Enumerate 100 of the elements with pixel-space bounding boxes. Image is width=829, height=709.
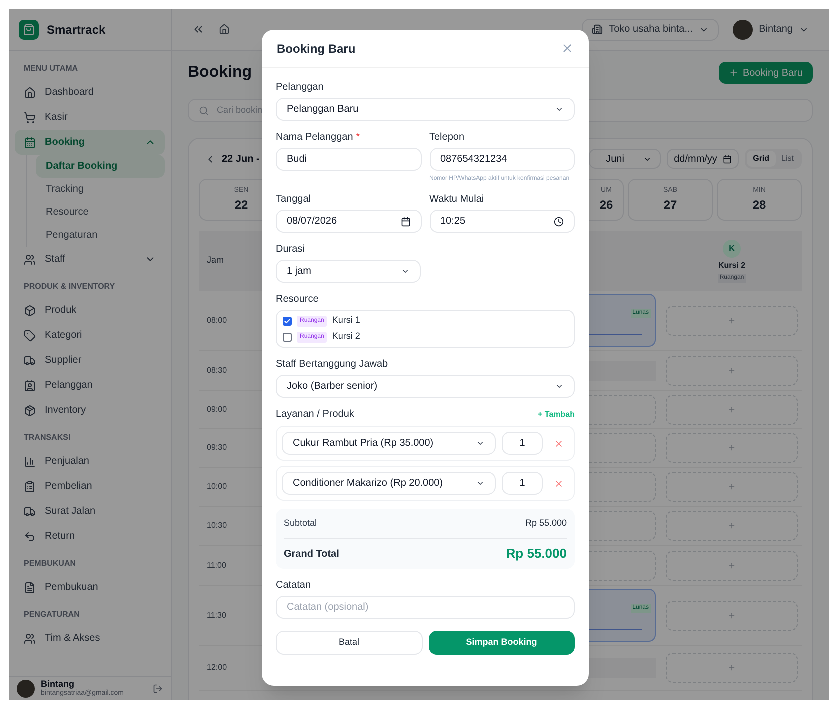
clock-icon	[554, 216, 564, 226]
section-title: MENU UTAMA	[23, 63, 80, 75]
home-icon[interactable]	[219, 24, 230, 35]
brand-name: Smartrack	[47, 22, 106, 38]
time-label: 11:30	[206, 610, 228, 622]
sidebar-item[interactable]: Kasir	[15, 105, 165, 130]
sidebar-item[interactable]: Pembukuan	[15, 575, 165, 600]
remove-icon[interactable]	[554, 438, 564, 448]
logout-icon[interactable]	[153, 684, 163, 694]
notes-field[interactable]: Catatan (opsional)	[276, 596, 575, 619]
user-menu[interactable]: Bintang	[733, 20, 809, 40]
duration-select[interactable]: 1 jam	[276, 260, 421, 283]
sidebar-item[interactable]: Inventory	[15, 398, 165, 423]
sidebar-item[interactable]: Supplier	[15, 348, 165, 373]
bar-chart-icon	[24, 456, 36, 468]
sidebar-subitem[interactable]: Tracking	[36, 178, 165, 201]
cancel-button[interactable]: Batal	[276, 631, 422, 655]
field-label: Pelanggan	[276, 81, 325, 95]
logo-icon	[19, 20, 39, 40]
time-label: 10:30	[206, 520, 228, 532]
truck-icon	[24, 506, 36, 518]
chevron-down-icon	[555, 105, 564, 114]
plus-icon	[728, 444, 736, 452]
save-button[interactable]: Simpan Booking	[428, 631, 575, 655]
sidebar-item[interactable]: Surat Jalan	[15, 499, 165, 524]
sidebar-item[interactable]: Kategori	[15, 323, 165, 348]
date-field[interactable]: dd/mm/yy	[667, 149, 740, 169]
empty-slot[interactable]	[666, 511, 798, 541]
check-icon	[284, 318, 291, 324]
customer-select[interactable]: Pelanggan Baru	[276, 98, 575, 121]
sidebar-subitem[interactable]: Resource	[36, 201, 165, 224]
sidebar-item[interactable]: Staff	[15, 247, 165, 272]
package-icon	[24, 404, 36, 416]
subtotal-value: Rp 55.000	[525, 516, 567, 530]
field-label: Waktu Mulai	[430, 193, 486, 207]
remove-icon[interactable]	[554, 478, 564, 488]
quantity-field[interactable]: 1	[502, 472, 543, 495]
sidebar-item[interactable]: Pembelian	[15, 474, 165, 499]
users-icon	[24, 254, 36, 266]
close-icon[interactable]	[561, 42, 574, 55]
empty-slot[interactable]	[666, 356, 798, 386]
subtotal-label: Subtotal	[284, 516, 318, 530]
empty-slot[interactable]	[666, 472, 798, 502]
section-title: PEMBUKUAN	[23, 558, 77, 570]
sidebar-item[interactable]: Return	[15, 524, 165, 549]
checkbox[interactable]	[283, 332, 292, 342]
product-select[interactable]: Conditioner Makarizo (Rp 20.000)	[282, 472, 496, 495]
empty-slot[interactable]	[666, 394, 798, 424]
calendar-icon	[400, 216, 410, 226]
time-label: 08:00	[206, 314, 228, 326]
grand-total-value: Rp 55.000	[506, 545, 567, 564]
undo-icon	[24, 530, 36, 542]
page-title: Booking	[188, 63, 252, 83]
time-field[interactable]: 10:25	[430, 210, 575, 233]
plus-icon	[728, 366, 736, 374]
plus-icon	[728, 562, 736, 570]
document-icon	[24, 582, 36, 594]
clipboard-icon	[24, 480, 36, 492]
time-label: 12:00	[206, 662, 228, 674]
sidebar-item[interactable]: Tim & Akses	[15, 626, 165, 651]
sidebar-item[interactable]: Booking	[15, 130, 165, 155]
empty-slot[interactable]	[666, 653, 798, 683]
view-tab[interactable]: List	[776, 151, 800, 167]
resource-avatar: K	[723, 240, 741, 258]
sidebar-item[interactable]: Produk	[15, 298, 165, 323]
plus-icon	[728, 483, 736, 491]
plus-icon	[728, 406, 736, 414]
collapse-icon[interactable]	[192, 23, 205, 36]
name-field[interactable]: Budi	[276, 148, 422, 171]
sidebar-subitem[interactable]: Pengaturan	[36, 224, 165, 247]
date-field[interactable]: 08/07/2026	[276, 210, 422, 233]
time-label: 08:30	[206, 364, 228, 376]
sidebar-subitem[interactable]: Daftar Booking	[36, 155, 165, 178]
dialog-title: Booking Baru	[277, 40, 356, 58]
box-icon	[24, 304, 36, 316]
view-tab[interactable]: Grid	[747, 151, 776, 167]
product-select[interactable]: Cukur Rambut Pria (Rp 35.000)	[282, 432, 496, 455]
checkbox[interactable]	[283, 316, 292, 326]
cart-icon	[24, 112, 36, 124]
plus-icon	[728, 522, 736, 530]
empty-slot[interactable]	[666, 550, 798, 580]
empty-slot[interactable]	[666, 433, 798, 463]
new-booking-button[interactable]: Booking Baru	[718, 62, 813, 84]
staff-select[interactable]: Joko (Barber senior)	[276, 375, 575, 398]
field-label: Resource	[276, 293, 320, 307]
empty-slot[interactable]	[666, 600, 798, 630]
field-label: Telepon	[430, 131, 466, 145]
chevron-down-icon	[476, 439, 485, 448]
time-label: 09:00	[206, 404, 228, 416]
section-title: PRODUK & INVENTORY	[23, 281, 116, 293]
field-label: Nama Pelanggan *	[276, 131, 361, 145]
sidebar-item[interactable]: Penjualan	[15, 449, 165, 474]
truck-icon	[24, 354, 36, 366]
home-icon	[24, 86, 36, 98]
sidebar-item[interactable]: Pelanggan	[15, 373, 165, 398]
phone-field[interactable]: 087654321234	[430, 148, 575, 171]
quantity-field[interactable]: 1	[502, 432, 543, 455]
time-label: 11:00	[206, 560, 228, 572]
empty-slot[interactable]	[666, 306, 798, 336]
sidebar-item[interactable]: Dashboard	[15, 80, 165, 105]
